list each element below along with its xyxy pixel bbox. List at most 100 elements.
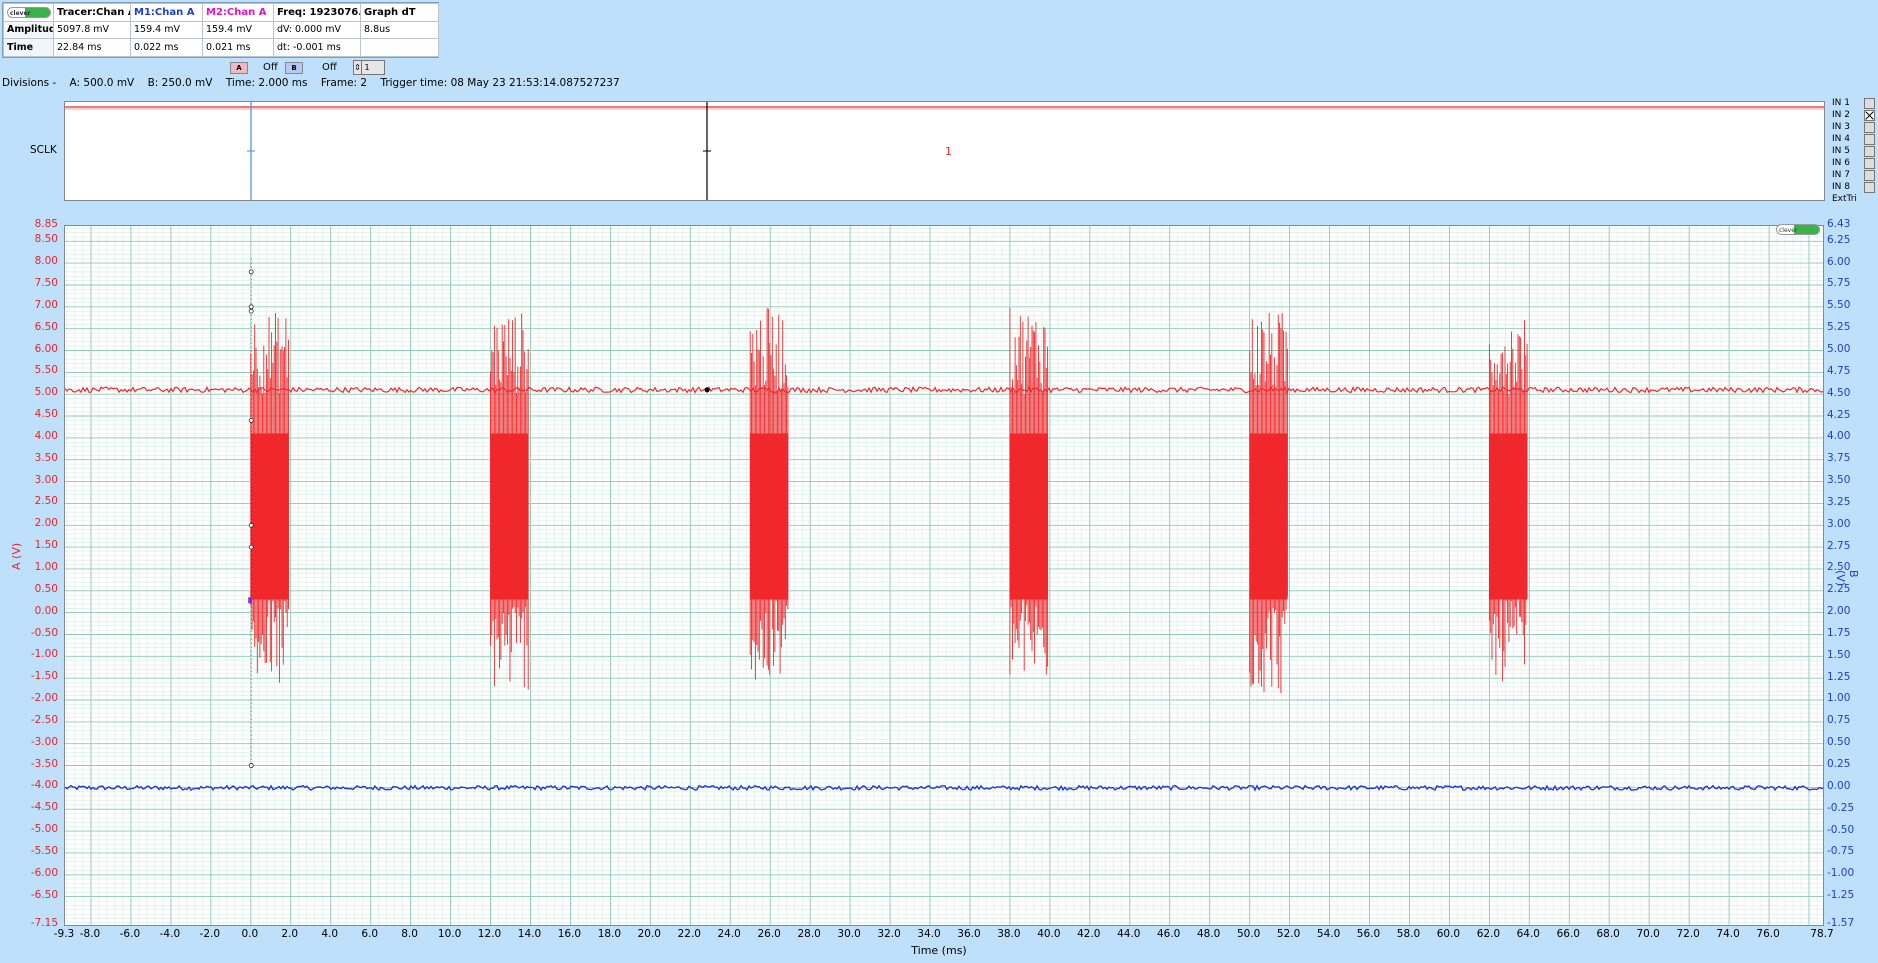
logic-marker-label: 1 [945,145,952,158]
y-tick-label-left: 8.50 [34,233,58,246]
x-tick-label: 62.0 [1476,928,1501,940]
x-tick-label: 8.0 [401,928,418,940]
tracer-header[interactable]: Tracer:Chan A [53,3,131,22]
x-tick-label: 78.7 [1810,928,1834,940]
y-tick-label-left: -5.00 [30,823,58,836]
cell: 22.84 ms [53,38,131,57]
input-label: IN 3 [1832,122,1850,132]
x-tick-label: 56.0 [1356,928,1381,940]
input-label: IN 8 [1832,182,1850,192]
input-label: IN 6 [1832,158,1850,168]
y-tick-label-right: 5.75 [1827,277,1851,290]
y-tick-label-right: 1.50 [1827,648,1851,661]
cell: 8.8us [360,20,439,40]
y-tick-label-right: 2.00 [1827,605,1851,618]
y-tick-label-left: 0.50 [34,582,58,595]
x-tick-label: 74.0 [1716,928,1740,940]
input-checkbox[interactable] [1864,158,1875,169]
m2-header[interactable]: M2:Chan A [202,3,274,22]
measurement-table: clever Tracer:Chan A M1:Chan A M2:Chan A… [2,2,439,58]
y-tick-label-right: 1.75 [1827,626,1851,639]
x-tick-label: -8.0 [79,928,101,940]
input-checkbox[interactable] [1864,182,1875,193]
input-label: IN 7 [1832,170,1850,180]
spinner-arrows-icon[interactable]: ⇕ [354,61,362,74]
input-checkbox[interactable] [1864,98,1875,109]
m1-marker-dot [248,544,254,550]
input-checkbox[interactable] [1864,122,1875,133]
cell [360,38,439,57]
y-tick-label-left: 3.00 [34,473,58,486]
x-tick-label: 40.0 [1037,928,1061,940]
cell: 0.021 ms [202,38,274,57]
x-tick-label: 72.0 [1676,928,1700,940]
plot-logo-icon: clever [1776,224,1820,235]
scope-plot-area[interactable] [64,225,1824,926]
brand-logo: clever [7,6,51,18]
m1-marker-dot [248,763,254,768]
x-tick-label: 14.0 [517,928,542,940]
y-tick-label-left: -6.00 [30,866,58,879]
y-axis-title-b: B (V) [1834,570,1860,587]
y-tick-label-left: 7.00 [34,298,58,311]
input-label: IN 4 [1832,134,1850,144]
channel-a-toggle-icon[interactable]: A [230,62,248,74]
x-tick-label: 26.0 [757,928,781,940]
logic-channel-label: SCLK [30,144,57,156]
y-tick-label-right: 0.50 [1827,736,1851,749]
y-tick-label-right: 3.50 [1827,474,1851,486]
channel-b-state: Off [322,62,337,73]
y-tick-label-left: 4.50 [34,408,58,420]
x-tick-label: 20.0 [637,928,661,940]
m1-header[interactable]: M1:Chan A [130,3,203,22]
x-tick-label: 64.0 [1516,928,1540,940]
y-tick-label-right: -0.50 [1827,823,1855,836]
m1-marker-dot [248,269,254,275]
y-tick-label-right: 6.00 [1827,255,1851,268]
y-tick-label-left: 3.50 [34,451,58,464]
logic-panel[interactable]: 1 [64,101,1825,201]
y-tick-label-left: -4.50 [30,801,58,814]
x-tick-label: 10.0 [437,928,462,940]
trigger-time: Trigger time: 08 May 23 21:53:14.0875272… [380,77,620,89]
y-tick-label-right: 2.75 [1827,539,1851,552]
row-label: Amplitude [3,20,54,40]
y-tick-label-right: 4.25 [1827,408,1851,421]
y-tick-label-left: 6.50 [34,320,58,333]
divisions-time: Time: 2.000 ms [225,77,308,89]
cell: 159.4 mV [130,20,203,40]
channel-b-toggle-icon[interactable]: B [285,62,303,74]
cell: dV: 0.000 mV [273,20,361,40]
input-checkbox[interactable] [1864,170,1875,181]
y-tick-label-left: -1.50 [30,670,58,683]
input-row-2: IN 2 [1832,109,1878,121]
m1-marker-dot [248,522,254,528]
input-label: IN 2 [1832,110,1850,120]
x-tick-label: 46.0 [1156,928,1181,940]
x-tick-label: 44.0 [1117,928,1141,940]
x-axis-title: Time (ms) [911,944,967,957]
x-tick-label: 30.0 [837,928,861,940]
x-tick-label: 6.0 [361,928,379,940]
x-tick-label: 76.0 [1756,928,1780,940]
y-axis-title-a: A (V) [10,542,23,570]
input-checkbox[interactable] [1864,134,1875,145]
y-tick-label-right: 5.25 [1827,321,1851,334]
y-tick-label-left: 7.50 [34,277,58,289]
m2-marker [248,597,253,604]
spinner-value: 1 [364,63,370,72]
x-tick-label: 36.0 [957,928,981,940]
measurement-header-row: clever Tracer:Chan A M1:Chan A M2:Chan A… [3,3,439,22]
cell: 5097.8 mV [53,20,131,40]
input-checkbox[interactable] [1864,110,1875,121]
input-row-1: IN 1 [1832,97,1878,109]
y-tick-label-right: 4.50 [1827,386,1851,399]
x-tick-label: 18.0 [597,928,622,940]
input-checkbox[interactable] [1864,146,1875,157]
frame-spinner[interactable]: ⇕ 1 [353,60,385,75]
x-tick-label: 48.0 [1196,928,1221,940]
cell: dt: -0.001 ms [273,38,361,57]
cell: 0.022 ms [130,38,203,57]
y-tick-label-right: 3.00 [1827,517,1851,530]
x-tick-label: 24.0 [717,928,741,940]
